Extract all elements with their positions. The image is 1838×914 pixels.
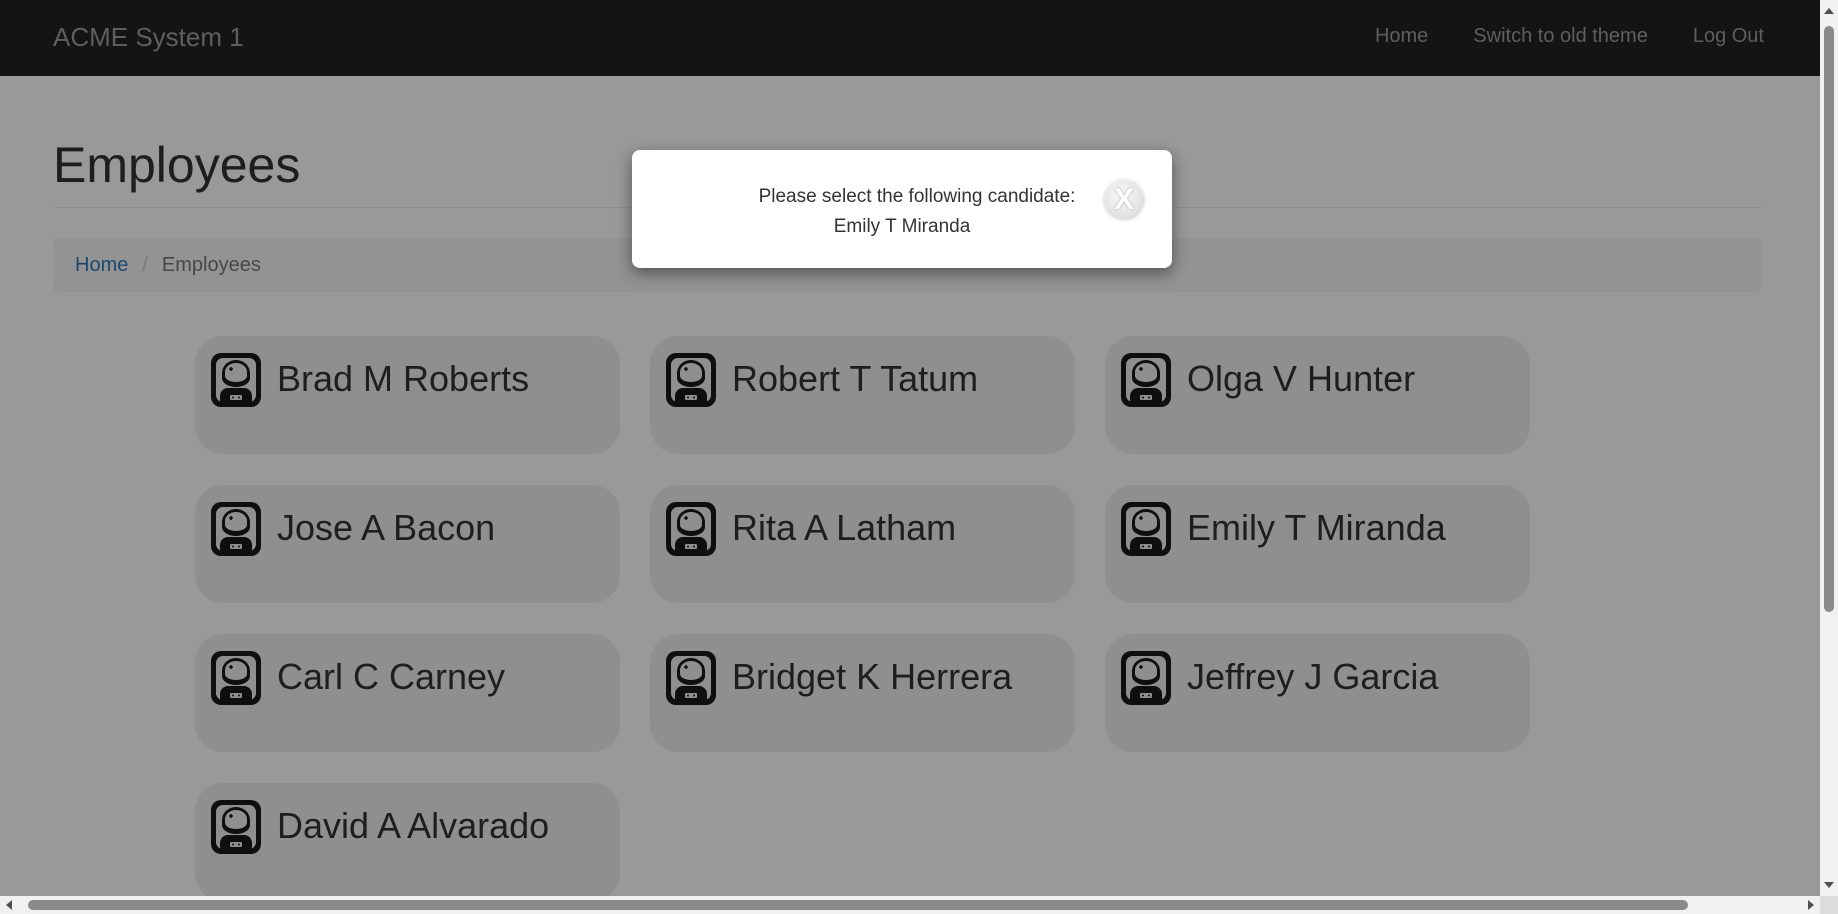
modal-close-button[interactable]: X [1104, 180, 1144, 220]
modal-candidate-name: Emily T Miranda [833, 216, 971, 237]
scroll-down-arrow-icon[interactable] [1824, 882, 1834, 888]
horizontal-scroll-thumb[interactable] [28, 900, 1688, 910]
candidate-prompt-modal: Please select the following candidate: E… [632, 150, 1172, 268]
modal-instruction: Please select the following candidate: [758, 186, 1076, 207]
horizontal-scrollbar[interactable] [0, 896, 1820, 914]
modal-backdrop: Please select the following candidate: E… [0, 0, 1820, 896]
scroll-right-arrow-icon[interactable] [1808, 900, 1814, 910]
vertical-scrollbar[interactable] [1820, 0, 1838, 896]
vertical-scroll-thumb[interactable] [1824, 26, 1834, 612]
browser-viewport: ACME System 1 Home Switch to old theme L… [0, 0, 1820, 896]
scrollbar-corner [1820, 896, 1838, 914]
scroll-left-arrow-icon[interactable] [6, 900, 12, 910]
scroll-up-arrow-icon[interactable] [1824, 8, 1834, 14]
modal-message: Please select the following candidate: E… [632, 182, 1172, 242]
